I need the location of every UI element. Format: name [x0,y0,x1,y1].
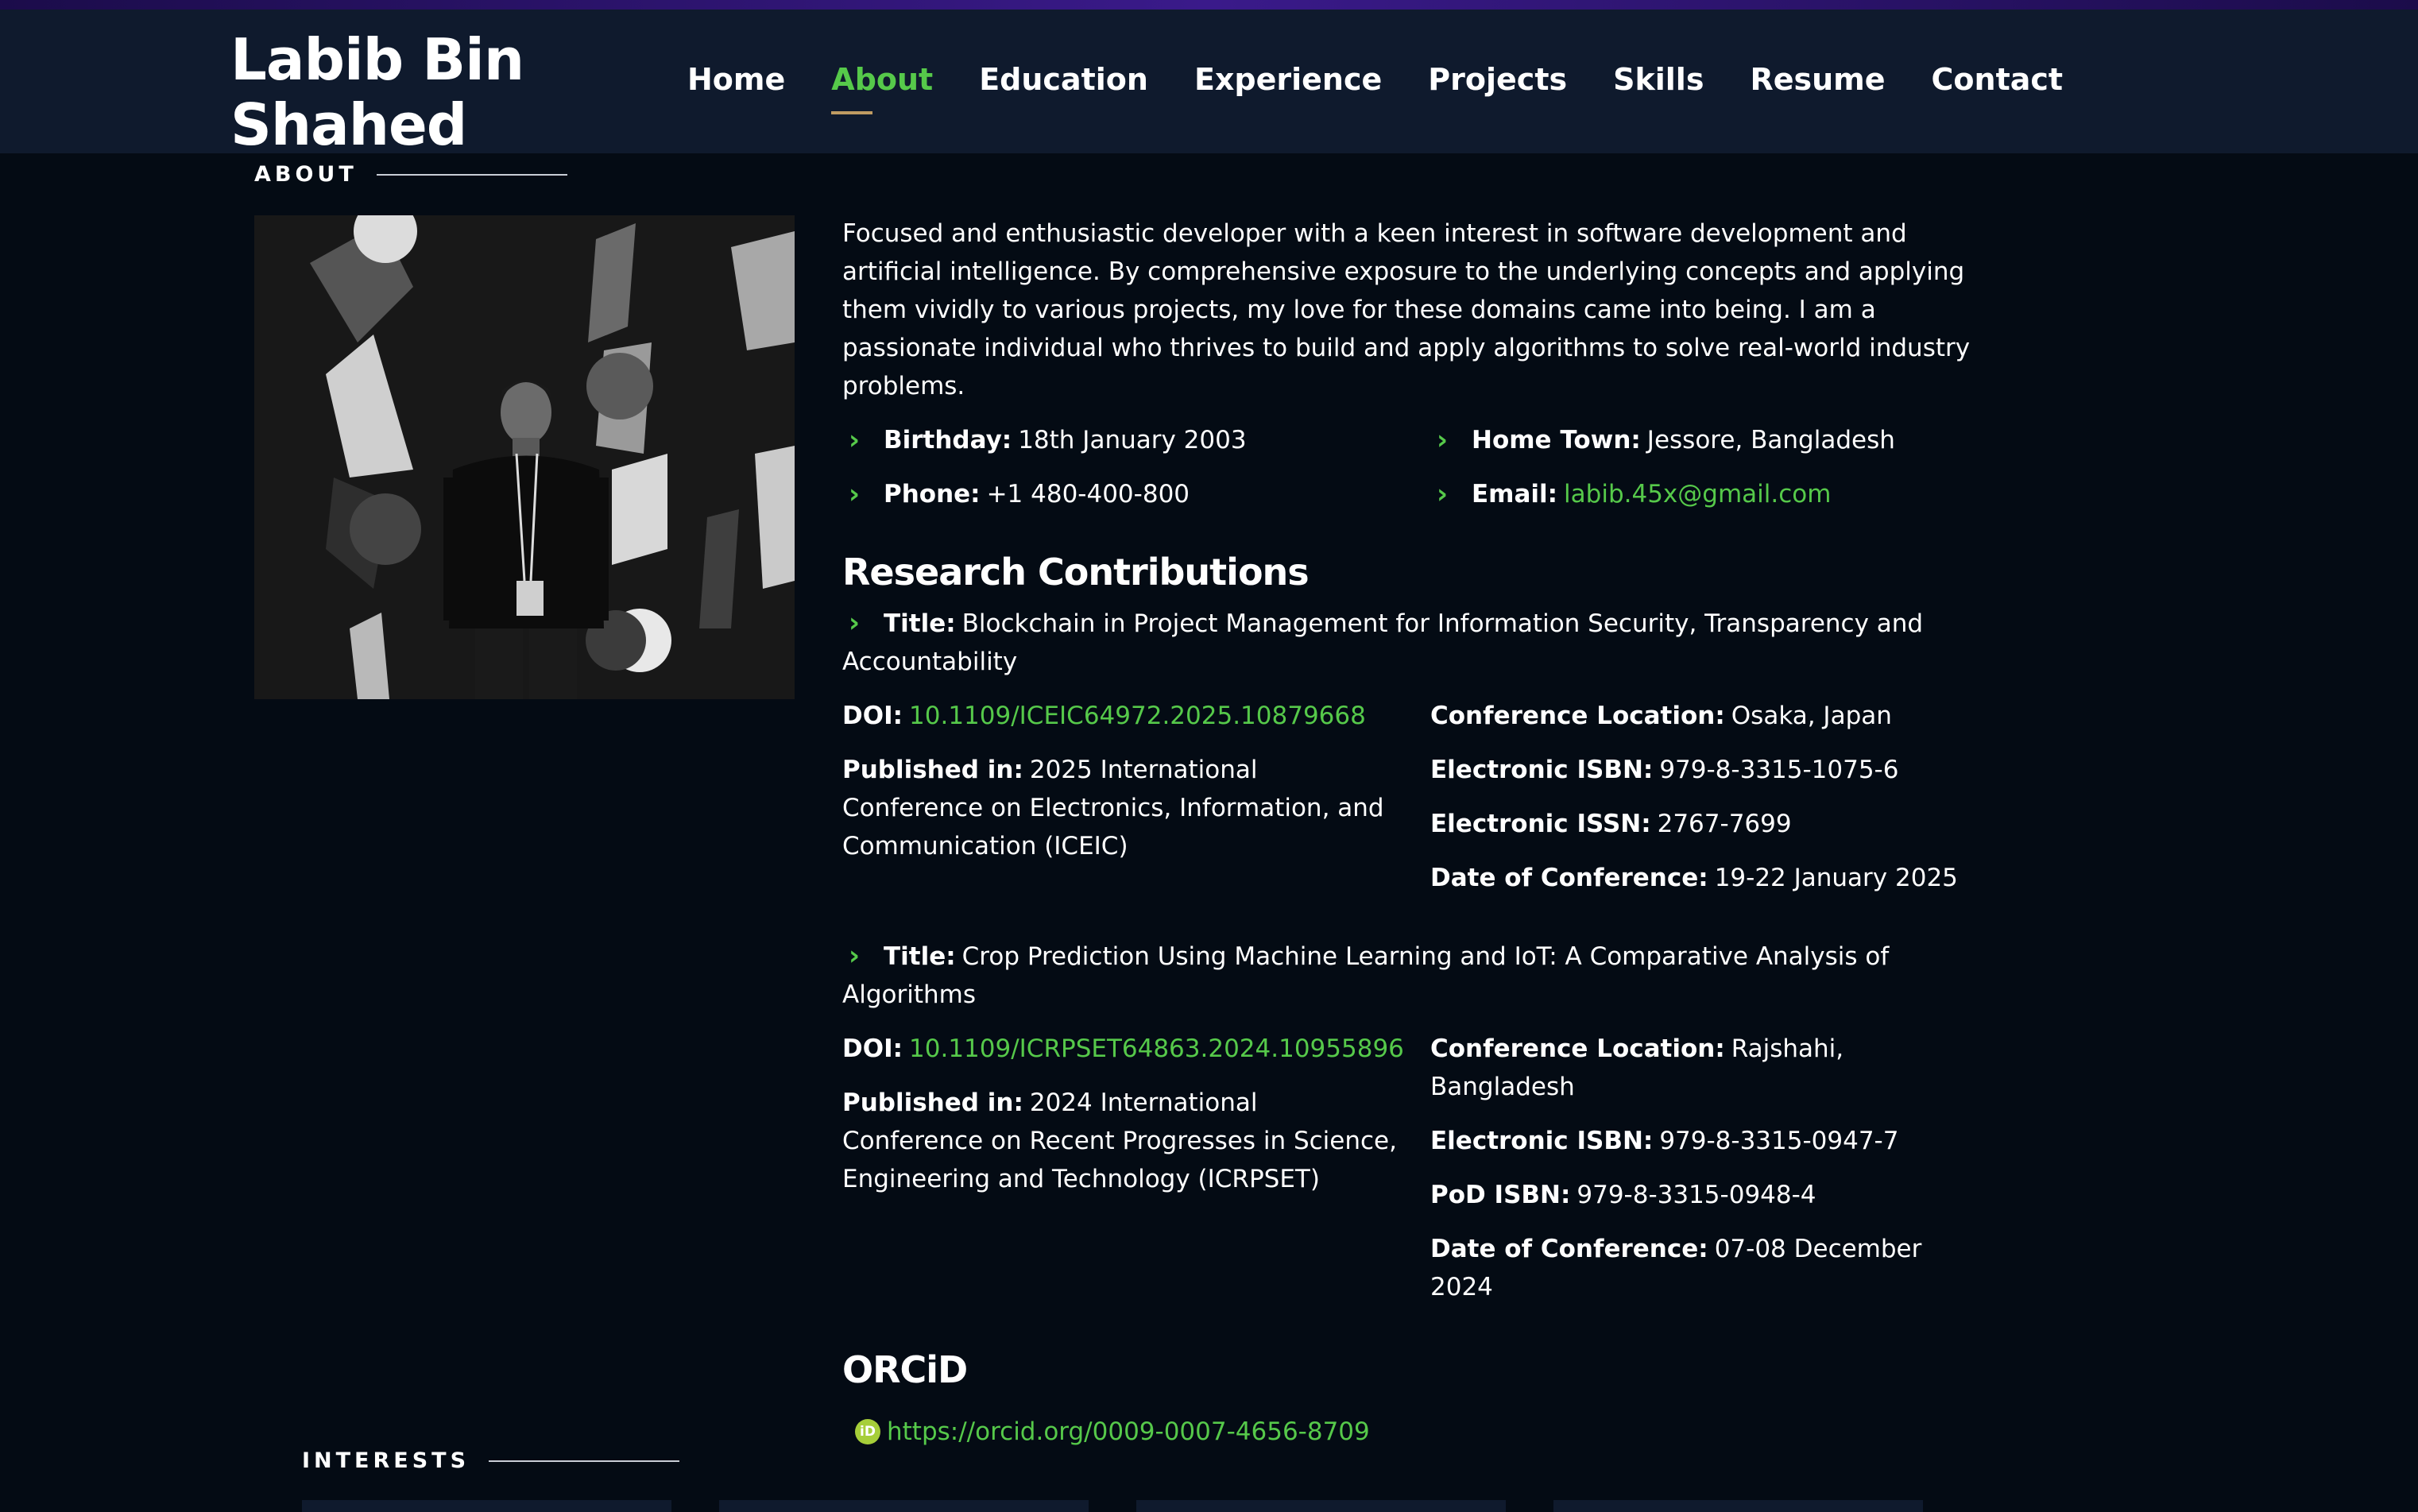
email-link[interactable]: labib.45x@gmail.com [1564,475,1831,513]
doi-label: DOI: [842,702,903,730]
doi-row: DOI: 10.1109/ICRPSET64863.2024.10955896 [842,1030,1430,1068]
nav-experience[interactable]: Experience [1194,62,1382,97]
publication-title: › Title: Blockchain in Project Management … [842,604,1971,681]
chevron-right-icon: › [1437,478,1449,510]
profile-photo [254,215,795,699]
interests-section-label: INTERESTS [302,1448,680,1473]
publication-left-col: DOI: 10.1109/ICEIC64972.2025.10879668 Pub… [842,697,1430,913]
publication-details: DOI: 10.1109/ICRPSET64863.2024.10955896 P… [842,1030,1971,1322]
title-label: Title: [884,609,956,638]
chevron-right-icon: › [849,940,861,972]
chevron-right-icon: › [849,607,861,639]
location-row: Conference Location: Rajshahi, Bangladesh [1430,1030,1971,1106]
date-row: Date of Conference: 07-08 December 2024 [1430,1230,1971,1306]
title-label: Title: [884,942,956,971]
location-row: Conference Location: Osaka, Japan [1430,697,1971,735]
main-nav: Home About Education Experience Projects… [687,62,2064,114]
about-label-text: ABOUT [254,162,358,187]
title-value: Crop Prediction Using Machine Learning a… [842,942,1890,1009]
nav-home[interactable]: Home [687,62,785,97]
publication-right-col: Conference Location: Osaka, Japan Electro… [1430,697,1971,913]
site-logo[interactable]: Labib Bin Shahed [230,27,628,157]
published-label: Published in: [842,756,1023,784]
chevron-right-icon: › [1437,424,1449,456]
personal-info-grid: › Birthday: 18th January 2003 › Home Tow… [842,421,1971,513]
eisbn-label: Electronic ISBN: [1430,1127,1654,1155]
top-accent-bar [0,0,2418,10]
orcid-link[interactable]: https://orcid.org/0009-0007-4656-8709 [887,1413,1370,1451]
nav-education[interactable]: Education [979,62,1148,97]
title-value: Blockchain in Project Management for Inf… [842,609,1924,676]
eisbn-value: 979-8-3315-0947-7 [1659,1127,1899,1155]
date-row: Date of Conference: 19-22 January 2025 [1430,859,1971,897]
date-value: 19-22 January 2025 [1714,864,1958,892]
nav-contact[interactable]: Contact [1932,62,2064,97]
pod-isbn-label: PoD ISBN: [1430,1181,1571,1209]
info-phone: › Phone: +1 480-400-800 [842,475,1430,513]
eissn-row: Electronic ISSN: 2767-7699 [1430,805,1971,843]
nav-projects[interactable]: Projects [1428,62,1567,97]
location-value: Osaka, Japan [1731,702,1892,730]
interests-label-text: INTERESTS [302,1448,470,1473]
location-label: Conference Location: [1430,702,1725,730]
phone-value: +1 480-400-800 [986,480,1190,509]
published-row: Published in: 2024 International Conferen… [842,1084,1399,1198]
eisbn-label: Electronic ISBN: [1430,756,1654,784]
interest-card[interactable] [719,1500,1089,1512]
eissn-value: 2767-7699 [1657,810,1792,838]
interest-card[interactable] [302,1500,671,1512]
nav-skills[interactable]: Skills [1613,62,1704,97]
birthday-value: 18th January 2003 [1018,426,1247,454]
publication-details: DOI: 10.1109/ICEIC64972.2025.10879668 Pub… [842,697,1971,913]
eisbn-row: Electronic ISBN: 979-8-3315-1075-6 [1430,751,1971,789]
pod-isbn-value: 979-8-3315-0948-4 [1577,1181,1816,1209]
date-label: Date of Conference: [1430,1235,1708,1263]
site-header: Labib Bin Shahed Home About Education Ex… [0,10,2418,157]
orcid-icon: iD [855,1419,880,1444]
date-label: Date of Conference: [1430,864,1708,892]
about-section-label: ABOUT [254,162,567,187]
doi-label: DOI: [842,1034,903,1063]
chevron-right-icon: › [849,478,861,510]
orcid-heading: ORCiD [842,1348,968,1391]
publication-left-col: DOI: 10.1109/ICRPSET64863.2024.10955896 P… [842,1030,1430,1322]
interest-card[interactable] [1553,1500,1923,1512]
publication-title: › Title: Crop Prediction Using Machine Lea… [842,937,1971,1014]
location-label: Conference Location: [1430,1034,1725,1063]
interests-label-line [489,1460,680,1462]
published-row: Published in: 2025 International Conferen… [842,751,1399,865]
hometown-label: Home Town: [1472,426,1641,454]
eissn-label: Electronic ISSN: [1430,810,1651,838]
eisbn-value: 979-8-3315-1075-6 [1659,756,1899,784]
birthday-label: Birthday: [884,426,1012,454]
nav-resume[interactable]: Resume [1750,62,1885,97]
about-label-line [376,173,567,176]
publication-item: › Title: Crop Prediction Using Machine Lea… [842,937,1971,1322]
about-content: Focused and enthusiastic developer with … [842,215,1971,1451]
chevron-right-icon: › [849,424,861,456]
doi-link[interactable]: 10.1109/ICEIC64972.2025.10879668 [909,702,1366,730]
interest-card[interactable] [1136,1500,1506,1512]
published-label: Published in: [842,1089,1023,1117]
doi-link[interactable]: 10.1109/ICRPSET64863.2024.10955896 [909,1034,1404,1063]
publication-right-col: Conference Location: Rajshahi, Bangladesh… [1430,1030,1971,1322]
about-intro: Focused and enthusiastic developer with … [842,219,1971,400]
hometown-value: Jessore, Bangladesh [1646,426,1895,454]
doi-row: DOI: 10.1109/ICEIC64972.2025.10879668 [842,697,1430,735]
orcid-row: iD https://orcid.org/0009-0007-4656-8709 [842,1413,1971,1451]
nav-about[interactable]: About [831,62,933,114]
phone-label: Phone: [884,480,981,509]
info-birthday: › Birthday: 18th January 2003 [842,421,1430,459]
info-email: › Email: labib.45x@gmail.com [1430,475,1971,513]
email-label: Email: [1472,480,1558,509]
eisbn-row: Electronic ISBN: 979-8-3315-0947-7 [1430,1122,1971,1160]
pod-isbn-row: PoD ISBN: 979-8-3315-0948-4 [1430,1176,1971,1214]
research-heading: Research Contributions [842,551,1310,594]
publication-item: › Title: Blockchain in Project Management … [842,604,1971,913]
info-hometown: › Home Town: Jessore, Bangladesh [1430,421,1971,459]
